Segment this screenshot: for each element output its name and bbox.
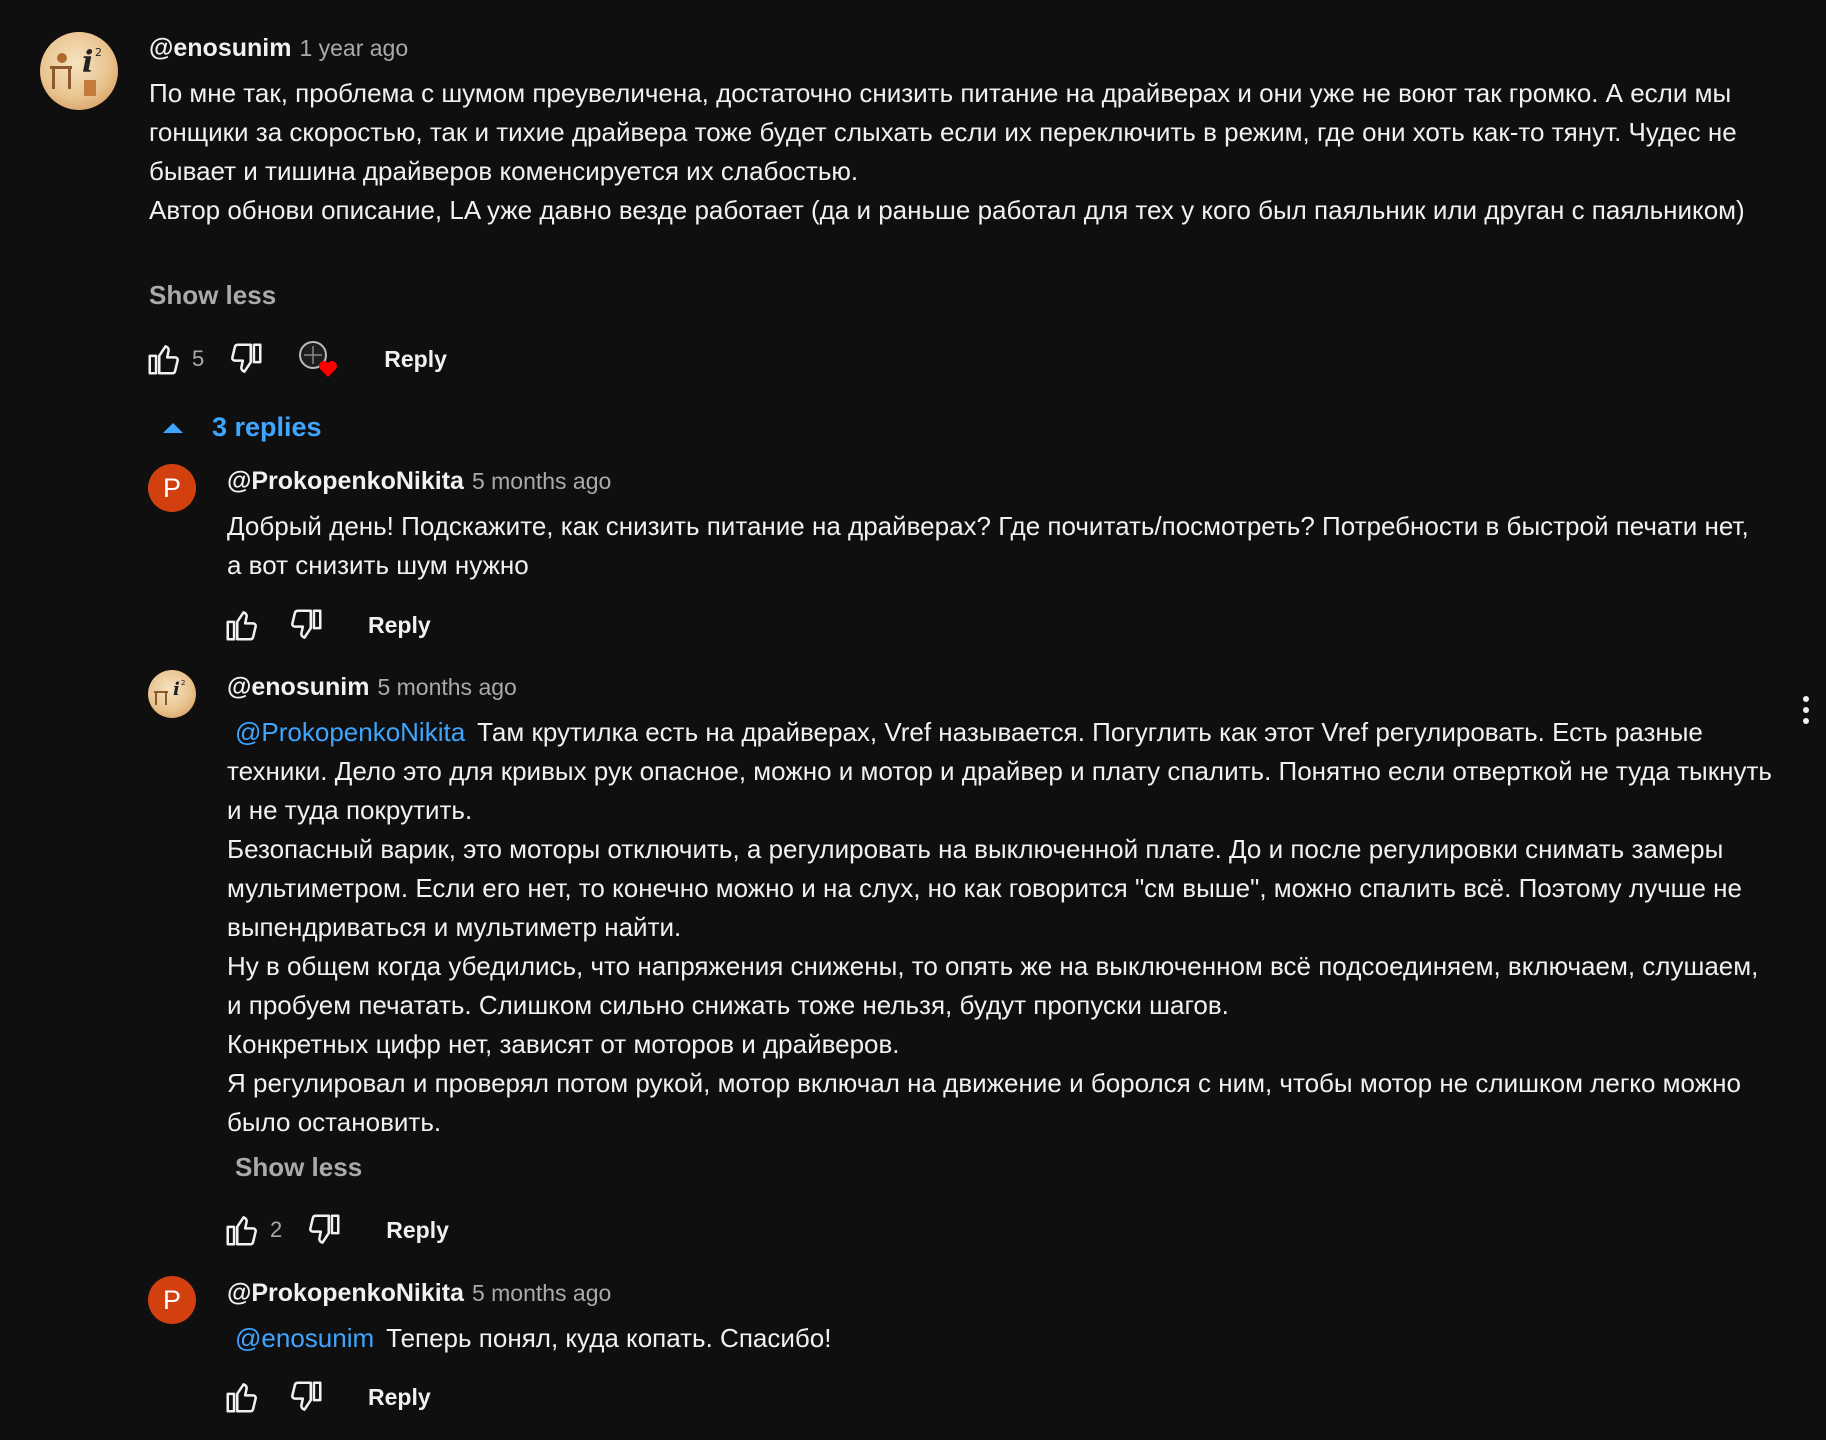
avatar-letter: P [162, 472, 181, 503]
thumb-down-icon [305, 1211, 343, 1249]
reply-paragraph: Ну в общем когда убедились, что напряжен… [227, 951, 1759, 1020]
reply-time[interactable]: 5 months ago [472, 468, 611, 495]
reply-paragraph: Добрый день! Подскажите, как снизить пит… [227, 511, 1749, 580]
comment-time[interactable]: 1 year ago [299, 35, 408, 62]
thumb-up-icon [223, 1378, 261, 1416]
reply-button[interactable]: Reply [368, 612, 431, 639]
more-vert-icon [1803, 696, 1809, 724]
svg-text:2: 2 [181, 679, 185, 687]
svg-text:i: i [82, 45, 93, 80]
dislike-button[interactable] [224, 337, 268, 381]
like-count: 5 [192, 346, 205, 371]
replies-toggle[interactable]: 3 replies [160, 412, 322, 443]
avatar-letter: P [162, 1284, 181, 1315]
reply-header: @ProkopenkoNikita 5 months ago [227, 467, 611, 496]
like-button[interactable] [220, 1375, 264, 1419]
like-count: 2 [270, 1217, 283, 1242]
comment-text: По мне так, проблема с шумом преувеличен… [149, 74, 1769, 230]
reply-paragraph: Я регулировал и проверял потом рукой, мо… [227, 1068, 1741, 1137]
reply-button[interactable]: Reply [384, 346, 447, 373]
reply-author[interactable]: @enosunim [227, 673, 369, 702]
reply-author[interactable]: @ProkopenkoNikita [227, 1279, 464, 1308]
reply-header: @ProkopenkoNikita 5 months ago [227, 1279, 611, 1308]
thumb-up-icon [145, 340, 183, 378]
svg-text:i: i [173, 679, 180, 700]
reply-paragraph: @ProkopenkoNikita Там крутилка есть на др… [227, 713, 1772, 830]
reply-sentence: Теперь понял, куда копать. Спасибо! [386, 1323, 832, 1353]
reply-button[interactable]: Reply [386, 1217, 449, 1244]
reply-paragraph: Конкретных цифр нет, зависят от моторов … [227, 1029, 900, 1059]
dislike-button[interactable] [284, 1375, 328, 1419]
reply-time[interactable]: 5 months ago [472, 1280, 611, 1307]
dislike-button[interactable] [302, 1208, 346, 1252]
svg-text:2: 2 [95, 46, 102, 59]
reply-actions: Reply [220, 1375, 431, 1419]
comment-actions: 5 Reply [142, 337, 447, 381]
comment-paragraph: Автор обнови описание, LA уже давно везд… [149, 195, 1745, 225]
show-less-button[interactable]: Show less [235, 1152, 362, 1183]
avatar[interactable]: P [148, 1276, 196, 1324]
mention-link[interactable]: @ProkopenkoNikita [235, 717, 465, 747]
reply-text: @ProkopenkoNikita Там крутилка есть на др… [227, 713, 1772, 1142]
caret-up-icon [163, 422, 183, 433]
comment-author[interactable]: @enosunim [149, 34, 291, 63]
thumb-up-icon [223, 1211, 261, 1249]
like-button[interactable] [220, 1208, 264, 1252]
reply-actions: 2 Reply [220, 1208, 449, 1252]
thumb-down-icon [287, 606, 325, 644]
like-button[interactable] [220, 603, 264, 647]
reply-paragraph: Безопасный варик, это моторы отключить, … [227, 834, 1742, 942]
thumb-up-icon [223, 606, 261, 644]
reply-button[interactable]: Reply [368, 1384, 431, 1411]
reply-author[interactable]: @ProkopenkoNikita [227, 467, 464, 496]
thumb-down-icon [287, 1378, 325, 1416]
show-less-button[interactable]: Show less [149, 280, 276, 311]
reply-text: @enosunim Теперь понял, куда копать. Спас… [227, 1319, 1767, 1358]
more-actions-button[interactable] [1796, 692, 1816, 732]
reply-header: @enosunim 5 months ago [227, 673, 517, 702]
reply-text: Добрый день! Подскажите, как снизить пит… [227, 507, 1767, 585]
avatar[interactable]: i 2 [40, 32, 118, 110]
reply-actions: Reply [220, 603, 431, 647]
replies-count-label: 3 replies [212, 412, 322, 442]
mention-link[interactable]: @enosunim [235, 1323, 374, 1353]
thumb-down-icon [227, 340, 265, 378]
dislike-button[interactable] [284, 603, 328, 647]
avatar[interactable]: P [148, 464, 196, 512]
creator-heart-icon [296, 337, 340, 381]
comment-paragraph: По мне так, проблема с шумом преувеличен… [149, 78, 1737, 186]
reply-paragraph: @enosunim Теперь понял, куда копать. Спас… [227, 1319, 1767, 1358]
avatar[interactable]: i 2 [148, 670, 196, 718]
like-button[interactable] [142, 337, 186, 381]
reply-time[interactable]: 5 months ago [377, 674, 516, 701]
comment-header: @enosunim 1 year ago [149, 34, 408, 63]
